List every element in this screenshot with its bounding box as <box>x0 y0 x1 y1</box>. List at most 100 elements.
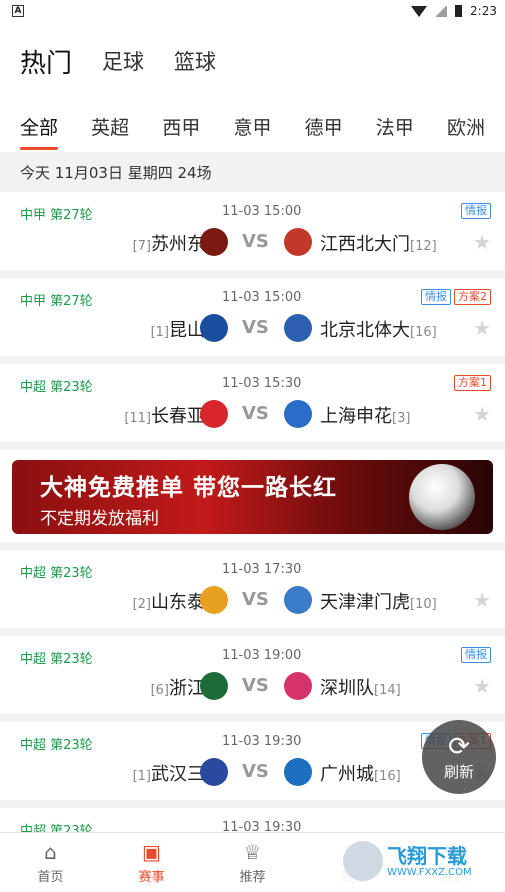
match-time: 11-03 19:30 <box>222 734 302 749</box>
away-team: 江西北大门[12] <box>320 230 437 256</box>
tab-basketball[interactable]: 篮球 <box>174 46 216 76</box>
vs-label: VS <box>242 675 269 696</box>
match-time: 11-03 15:00 <box>222 290 302 305</box>
tab-serie-a[interactable]: 意甲 <box>233 105 271 148</box>
notification-icon: A <box>12 5 24 17</box>
home-team-logo <box>200 672 228 700</box>
away-team: 天津津门虎[10] <box>320 588 437 614</box>
top-tabs: 热门 足球 篮球 <box>0 22 505 100</box>
watermark-logo <box>343 841 383 881</box>
favorite-star-icon[interactable]: ★ <box>473 588 491 612</box>
match-tag: 情报 <box>461 647 491 663</box>
away-team-logo <box>284 400 312 428</box>
vs-label: VS <box>242 231 269 252</box>
away-team-logo <box>284 228 312 256</box>
home-icon: ⌂ <box>44 839 57 864</box>
away-team-name: 广州城 <box>320 764 374 785</box>
home-team-logo <box>200 314 228 342</box>
match-row: [2]山东泰山 VS 天津津门虎[10] ★ <box>0 586 505 614</box>
away-team: 北京北体大[16] <box>320 316 437 342</box>
favorite-star-icon[interactable]: ★ <box>473 316 491 340</box>
away-rank: [16] <box>410 325 437 340</box>
match-row: [7]苏州东吴 VS 江西北大门[12] ★ <box>0 228 505 256</box>
promo-banner[interactable]: 大神免费推单 带您一路长红 不定期发放福利 <box>0 450 505 542</box>
match-card[interactable]: 中超 第23轮 11-03 15:30 方案1 [11]长春亚泰 VS 上海申花[3] ★ <box>0 364 505 442</box>
nav-label: 赛事 <box>138 869 165 885</box>
match-row: [1]昆山队 VS 北京北体大[16] ★ <box>0 314 505 342</box>
match-card[interactable]: 中甲 第27轮 11-03 15:00 情报 [7]苏州东吴 VS 江西北大门[12] ★ <box>0 192 505 270</box>
league-round: 中超 第23轮 <box>20 738 93 753</box>
league-round: 中甲 第27轮 <box>20 294 93 309</box>
tab-hot[interactable]: 热门 <box>20 43 72 80</box>
away-team: 广州城[16] <box>320 760 401 786</box>
battery-icon <box>455 5 463 17</box>
nav-recommend[interactable]: ♕ 推荐 <box>202 833 303 892</box>
nav-matches[interactable]: ▣ 赛事 <box>101 833 202 892</box>
league-round: 中超 第23轮 <box>20 566 93 581</box>
match-card[interactable]: 中甲 第27轮 11-03 15:00 情报 方案2 [1]昆山队 VS 北京北体大[16]… <box>0 278 505 356</box>
away-team-name: 深圳队 <box>320 678 374 699</box>
home-team-logo <box>200 228 228 256</box>
favorite-star-icon[interactable]: ★ <box>473 230 491 254</box>
favorite-star-icon[interactable]: ★ <box>473 674 491 698</box>
vs-label: VS <box>242 403 269 424</box>
banner-image[interactable]: 大神免费推单 带您一路长红 不定期发放福利 <box>12 460 493 534</box>
match-tag: 情报 <box>421 289 451 305</box>
home-team-logo <box>200 586 228 614</box>
away-rank: [14] <box>374 683 401 698</box>
vs-label: VS <box>242 761 269 782</box>
away-rank: [12] <box>410 239 437 254</box>
away-team: 上海申花[3] <box>320 402 410 428</box>
away-team-logo <box>284 314 312 342</box>
away-rank: [16] <box>374 769 401 784</box>
away-team-logo <box>284 758 312 786</box>
banner-title: 大神免费推单 带您一路长红 <box>40 475 338 501</box>
trophy-icon: ♕ <box>243 839 262 864</box>
favorite-star-icon[interactable]: ★ <box>473 402 491 426</box>
refresh-icon: ⟳ <box>448 731 470 762</box>
match-tag: 方案1 <box>454 375 491 391</box>
wifi-icon <box>411 5 428 17</box>
watermark-sub: WWW.FXXZ.COM <box>387 866 472 878</box>
match-card[interactable]: 中超 第23轮 11-03 19:00 情报 [6]浙江队 VS 深圳队[14] ★ <box>0 636 505 714</box>
match-time: 11-03 15:30 <box>222 376 302 391</box>
match-tags: 情报 <box>461 647 491 663</box>
home-rank: [1] <box>150 325 169 340</box>
refresh-button[interactable]: ⟳ 刷新 <box>422 720 496 794</box>
nav-label: 首页 <box>37 869 64 885</box>
signal-icon <box>435 5 448 17</box>
league-round: 中超 第23轮 <box>20 380 93 395</box>
tab-bundesliga[interactable]: 德甲 <box>305 105 343 148</box>
home-rank: [2] <box>132 597 151 612</box>
vs-label: VS <box>242 589 269 610</box>
away-team-logo <box>284 586 312 614</box>
match-card[interactable]: 中超 第23轮 11-03 17:30 [2]山东泰山 VS 天津津门虎[10] ★ <box>0 550 505 628</box>
away-team-name: 北京北体大 <box>320 320 410 341</box>
category-tabs: 全部 英超 西甲 意甲 德甲 法甲 欧洲 <box>0 100 505 152</box>
home-rank: [6] <box>150 683 169 698</box>
tab-football[interactable]: 足球 <box>102 46 144 76</box>
match-tags: 情报 <box>461 203 491 219</box>
nav-label: 推荐 <box>239 869 266 885</box>
match-tag: 情报 <box>461 203 491 219</box>
nav-home[interactable]: ⌂ 首页 <box>0 833 101 892</box>
date-bar: 今天 11月03日 星期四 24场 <box>0 152 505 192</box>
home-rank: [11] <box>124 411 151 426</box>
tab-all[interactable]: 全部 <box>20 105 59 150</box>
match-time: 11-03 17:30 <box>222 562 302 577</box>
match-time: 11-03 15:00 <box>222 204 302 219</box>
away-team-name: 上海申花 <box>320 406 392 427</box>
match-tag: 方案2 <box>454 289 491 305</box>
away-team: 深圳队[14] <box>320 674 401 700</box>
watermark-main: 飞翔下载 <box>387 843 467 868</box>
league-round: 中甲 第27轮 <box>20 208 93 223</box>
tab-premier-league[interactable]: 英超 <box>91 105 129 148</box>
scoreboard-icon: ▣ <box>142 839 161 864</box>
tab-ligue-1[interactable]: 法甲 <box>376 105 414 148</box>
status-bar: A 2:23 <box>0 0 505 22</box>
refresh-label: 刷新 <box>443 762 474 781</box>
tab-la-liga[interactable]: 西甲 <box>162 105 200 148</box>
home-team-logo <box>200 400 228 428</box>
tab-europe[interactable]: 欧洲 <box>447 105 485 148</box>
away-rank: [10] <box>410 597 437 612</box>
